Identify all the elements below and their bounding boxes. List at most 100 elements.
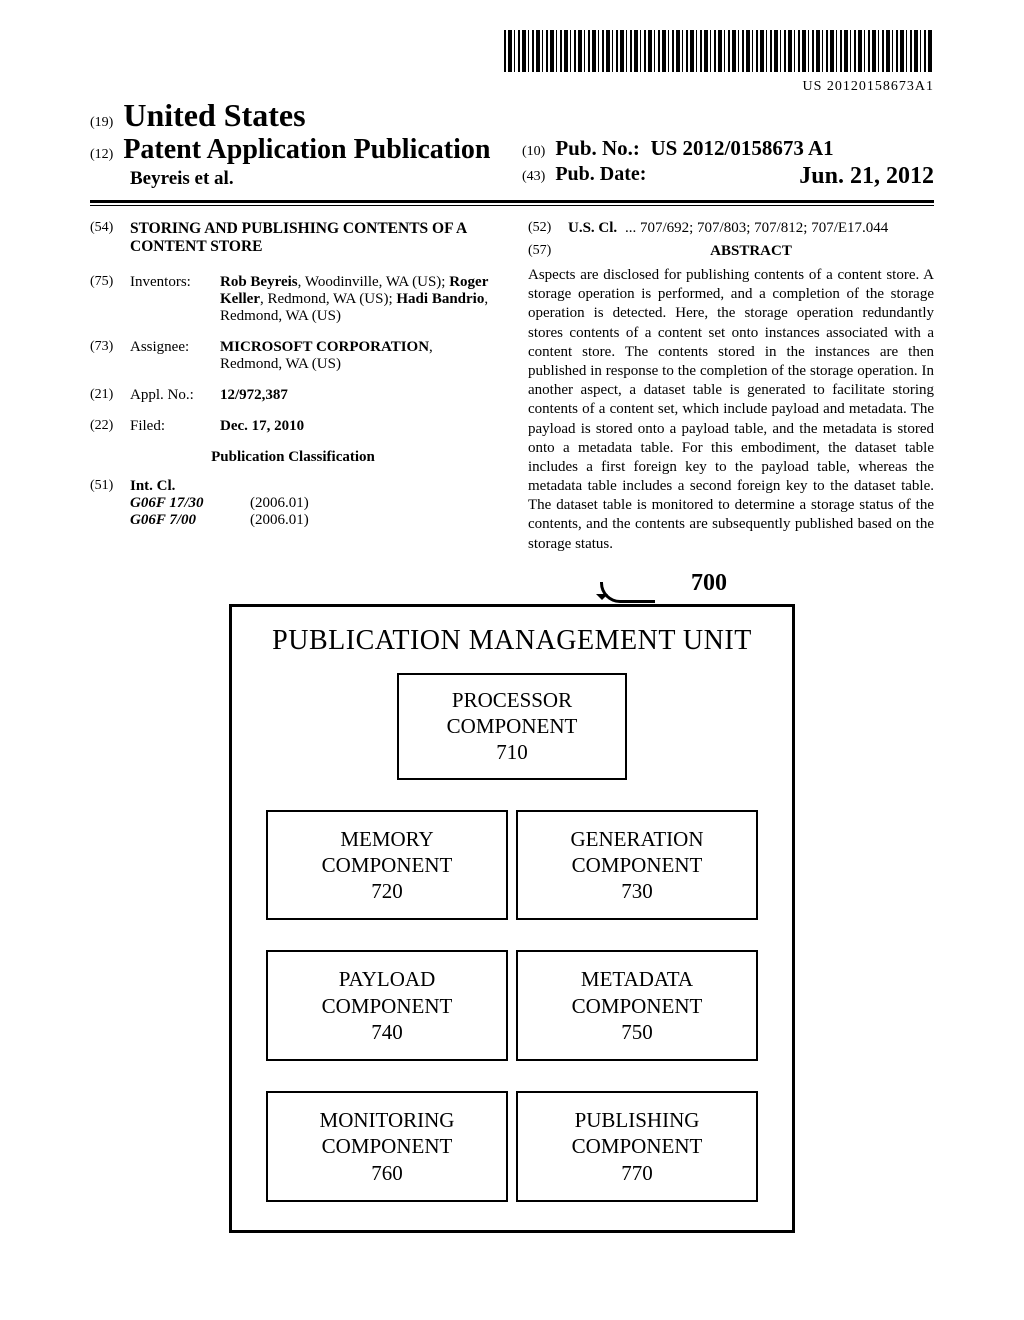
figure-area: 700 PUBLICATION MANAGEMENT UNIT PROCESSO… <box>90 604 934 1233</box>
pub-date-line: (43) Pub. Date: Jun. 21, 2012 <box>522 163 934 186</box>
memory-component-box: MEMORY COMPONENT 720 <box>266 810 508 921</box>
header: (19) United States (12) Patent Applicati… <box>90 97 934 196</box>
monitoring-component-box: MONITORING COMPONENT 760 <box>266 1091 508 1202</box>
header-left: (19) United States (12) Patent Applicati… <box>90 97 502 190</box>
box-line2: COMPONENT <box>526 1133 748 1159</box>
code-22: (22) <box>90 418 130 435</box>
pub-date: Jun. 21, 2012 <box>799 163 934 190</box>
box-line1: MEMORY <box>276 826 498 852</box>
inventors: Rob Beyreis, Woodinville, WA (US); Roger… <box>220 274 496 325</box>
intcl-class: G06F 17/30 <box>130 495 250 512</box>
uscl-row: (52) U.S. Cl. ... 707/692; 707/803; 707/… <box>528 220 934 237</box>
box-line1: METADATA <box>526 966 748 992</box>
box-line2: COMPONENT <box>526 852 748 878</box>
filed-row: (22) Filed: Dec. 17, 2010 <box>90 418 496 435</box>
component-row: PAYLOAD COMPONENT 740 METADATA COMPONENT… <box>266 950 758 1061</box>
box-number: 740 <box>276 1019 498 1045</box>
right-column: (52) U.S. Cl. ... 707/692; 707/803; 707/… <box>528 220 934 554</box>
country-line: (19) United States <box>90 97 502 134</box>
country: United States <box>123 97 305 133</box>
box-line2: COMPONENT <box>276 1133 498 1159</box>
box-number: 760 <box>276 1160 498 1186</box>
header-right: (10) Pub. No.: US 2012/0158673 A1 (43) P… <box>502 136 934 190</box>
box-line2: COMPONENT <box>276 993 498 1019</box>
publication-classification-header: Publication Classification <box>90 449 496 466</box>
box-line1: PROCESSOR <box>407 687 617 713</box>
barcode-area: US 20120158673A1 <box>90 30 934 95</box>
box-line2: COMPONENT <box>407 713 617 739</box>
filed-date: Dec. 17, 2010 <box>220 418 496 435</box>
payload-component-box: PAYLOAD COMPONENT 740 <box>266 950 508 1061</box>
unit-title: PUBLICATION MANAGEMENT UNIT <box>266 625 758 657</box>
code-57: (57) <box>528 243 568 260</box>
box-number: 770 <box>526 1160 748 1186</box>
box-number: 750 <box>526 1019 748 1045</box>
uscl-label: U.S. Cl. <box>568 220 617 236</box>
code-19: (19) <box>90 115 113 130</box>
code-73: (73) <box>90 339 130 373</box>
intcl-label: Int. Cl. <box>130 478 175 495</box>
publication-type: Patent Application Publication <box>123 134 490 165</box>
component-row: MONITORING COMPONENT 760 PUBLISHING COMP… <box>266 1091 758 1202</box>
box-line2: COMPONENT <box>526 993 748 1019</box>
box-number: 720 <box>276 878 498 904</box>
figure: 700 PUBLICATION MANAGEMENT UNIT PROCESSO… <box>229 604 795 1233</box>
inventors-label: Inventors: <box>130 274 220 325</box>
processor-component-box: PROCESSOR COMPONENT 710 <box>397 673 627 780</box>
metadata-component-box: METADATA COMPONENT 750 <box>516 950 758 1061</box>
body-columns: (54) STORING AND PUBLISHING CONTENTS OF … <box>90 220 934 554</box>
pub-number-line: (10) Pub. No.: US 2012/0158673 A1 <box>522 136 934 161</box>
unit-box: PUBLICATION MANAGEMENT UNIT PROCESSOR CO… <box>229 604 795 1233</box>
figure-ref-number: 700 <box>691 570 727 597</box>
patent-page: US 20120158673A1 (19) United States (12)… <box>0 0 1024 1273</box>
leader-line-icon <box>600 582 655 603</box>
filed-label: Filed: <box>130 418 220 435</box>
invention-title: STORING AND PUBLISHING CONTENTS OF A CON… <box>130 220 496 256</box>
intcl-year: (2006.01) <box>250 512 309 529</box>
code-21: (21) <box>90 387 130 404</box>
assignee: MICROSOFT CORPORATION, Redmond, WA (US) <box>220 339 496 373</box>
box-line1: PUBLISHING <box>526 1107 748 1133</box>
pub-type-line: (12) Patent Application Publication <box>90 134 502 166</box>
abstract-text: Aspects are disclosed for publishing con… <box>528 266 934 554</box>
applno-label: Appl. No.: <box>130 387 220 404</box>
intcl-entry: G06F 7/00 (2006.01) <box>130 512 496 529</box>
code-75: (75) <box>90 274 130 325</box>
pubno-label: Pub. No.: <box>555 136 640 160</box>
barcode-label: US 20120158673A1 <box>90 79 934 95</box>
box-line1: PAYLOAD <box>276 966 498 992</box>
pubdate-label: Pub. Date: <box>555 163 646 185</box>
code-10: (10) <box>522 144 545 159</box>
intcl-codes: G06F 17/30 (2006.01) G06F 7/00 (2006.01) <box>130 495 496 529</box>
generation-component-box: GENERATION COMPONENT 730 <box>516 810 758 921</box>
box-line1: GENERATION <box>526 826 748 852</box>
code-43: (43) <box>522 169 545 184</box>
authors: Beyreis et al. <box>130 168 502 190</box>
assignee-row: (73) Assignee: MICROSOFT CORPORATION, Re… <box>90 339 496 373</box>
inventors-row: (75) Inventors: Rob Beyreis, Woodinville… <box>90 274 496 325</box>
rule-thin <box>90 205 934 206</box>
abstract-label: ABSTRACT <box>568 243 934 260</box>
box-number: 710 <box>407 739 617 765</box>
publishing-component-box: PUBLISHING COMPONENT 770 <box>516 1091 758 1202</box>
left-column: (54) STORING AND PUBLISHING CONTENTS OF … <box>90 220 496 554</box>
intcl-year: (2006.01) <box>250 495 309 512</box>
appl-number: 12/972,387 <box>220 387 496 404</box>
box-number: 730 <box>526 878 748 904</box>
pub-number: US 2012/0158673 A1 <box>650 136 833 160</box>
assignee-label: Assignee: <box>130 339 220 373</box>
code-54: (54) <box>90 220 130 256</box>
intcl-row: (51) Int. Cl. <box>90 478 496 495</box>
intcl-class: G06F 7/00 <box>130 512 250 529</box>
component-row: MEMORY COMPONENT 720 GENERATION COMPONEN… <box>266 810 758 921</box>
code-52: (52) <box>528 220 568 237</box>
barcode-icon <box>504 30 934 72</box>
box-line1: MONITORING <box>276 1107 498 1133</box>
uscl-value: ... 707/692; 707/803; 707/812; 707/E17.0… <box>621 220 888 236</box>
box-line2: COMPONENT <box>276 852 498 878</box>
title-block: (54) STORING AND PUBLISHING CONTENTS OF … <box>90 220 496 256</box>
code-51: (51) <box>90 478 130 495</box>
abstract-header: (57) ABSTRACT <box>528 243 934 260</box>
applno-row: (21) Appl. No.: 12/972,387 <box>90 387 496 404</box>
code-12: (12) <box>90 147 113 162</box>
